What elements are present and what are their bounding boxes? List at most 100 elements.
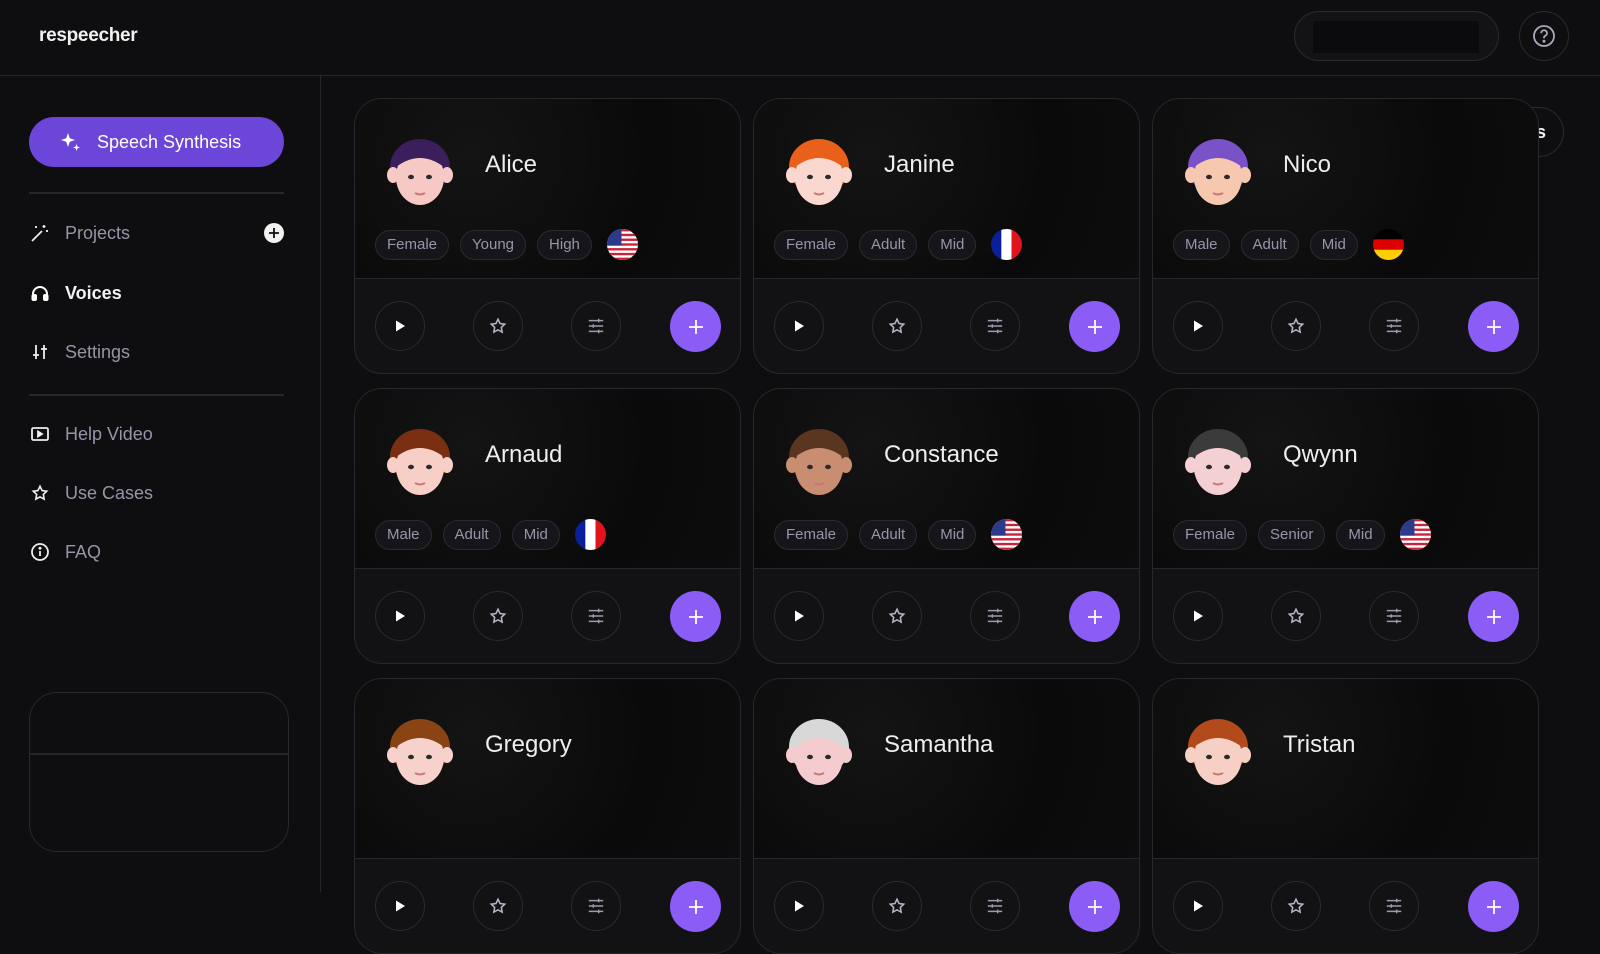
voice-card-samantha[interactable]: Samantha [753,678,1140,954]
voice-card-alice[interactable]: Alice Female Young High [354,98,741,374]
sidebar-item-projects[interactable]: Projects [29,213,284,253]
add-voice-button[interactable] [670,881,721,932]
voice-settings-button[interactable] [970,301,1020,351]
adjust-icon [987,898,1003,914]
add-project-button[interactable] [264,223,284,243]
voice-settings-button[interactable] [571,301,621,351]
sidebar-item-faq[interactable]: FAQ [29,532,284,572]
add-voice-button[interactable] [1468,301,1519,352]
voice-name: Constance [884,441,999,468]
top-bar: respeecher [0,0,1600,76]
play-button[interactable] [774,591,824,641]
voice-card-qwynn[interactable]: Qwynn Female Senior Mid [1152,388,1539,664]
star-icon [29,482,51,504]
voice-avatar [377,417,463,503]
voice-card-nico[interactable]: Nico Male Adult Mid [1152,98,1539,374]
voice-card-constance[interactable]: Constance Female Adult Mid [753,388,1140,664]
headphones-icon [29,282,51,304]
adjust-icon [1386,608,1402,624]
voice-card-header: Arnaud Male Adult Mid [355,389,740,569]
voice-tags: Male Adult Mid [1173,229,1404,260]
add-voice-button[interactable] [1468,591,1519,642]
adjust-icon [987,608,1003,624]
voice-settings-button[interactable] [1369,591,1419,641]
sidebar-item-use-cases[interactable]: Use Cases [29,473,284,513]
voice-settings-button[interactable] [1369,881,1419,931]
flag-us-icon [991,519,1023,550]
voice-name: Tristan [1283,731,1356,758]
play-button[interactable] [774,881,824,931]
voice-settings-button[interactable] [1369,301,1419,351]
sidebar-item-voices[interactable]: Voices [29,273,284,313]
voice-card-actions [355,859,740,953]
voice-card-janine[interactable]: Janine Female Adult Mid [753,98,1140,374]
add-voice-button[interactable] [670,301,721,352]
voice-tag: Mid [928,519,977,550]
voice-avatar [776,127,862,213]
sidebar-item-help-video[interactable]: Help Video [29,414,284,454]
voice-card-actions [355,569,740,663]
voice-tags: Female Senior Mid [1173,519,1431,550]
plus-icon [1087,319,1102,334]
star-icon [888,897,906,914]
play-button[interactable] [375,881,425,931]
favorite-button[interactable] [872,301,922,351]
favorite-button[interactable] [473,881,523,931]
add-voice-button[interactable] [1069,301,1120,352]
favorite-button[interactable] [1271,301,1321,351]
flag-us-icon [606,229,638,260]
voice-avatar [1175,127,1261,213]
favorite-button[interactable] [473,591,523,641]
play-button[interactable] [774,301,824,351]
info-icon [29,541,51,563]
voice-settings-button[interactable] [571,881,621,931]
help-button[interactable] [1519,11,1569,61]
voice-tag: Mid [511,519,560,550]
app-logo[interactable]: respeecher [39,25,138,47]
favorite-button[interactable] [1271,881,1321,931]
voice-settings-button[interactable] [571,591,621,641]
voice-card-tristan[interactable]: Tristan [1152,678,1539,954]
adjust-icon [1386,318,1402,334]
add-voice-button[interactable] [1468,881,1519,932]
favorite-button[interactable] [872,881,922,931]
voice-tag: Male [1173,229,1230,260]
flag-fr-icon [574,519,606,550]
speech-synthesis-button[interactable]: Speech Synthesis [29,117,284,167]
account-pill[interactable] [1294,11,1499,61]
play-button[interactable] [375,301,425,351]
favorite-button[interactable] [872,591,922,641]
play-button[interactable] [1173,301,1223,351]
voice-settings-button[interactable] [970,591,1020,641]
sidebar-item-label: FAQ [65,541,102,562]
voice-avatar [1175,707,1261,793]
favorite-button[interactable] [473,301,523,351]
add-voice-button[interactable] [670,591,721,642]
play-button[interactable] [1173,881,1223,931]
voice-avatar [377,127,463,213]
voice-card-arnaud[interactable]: Arnaud Male Adult Mid [354,388,741,664]
voice-tag: Mid [1309,229,1358,260]
play-button[interactable] [1173,591,1223,641]
favorite-button[interactable] [1271,591,1321,641]
voice-tag: Mid [928,229,977,260]
plus-icon [688,319,703,334]
star-icon [1287,317,1305,334]
sidebar-item-label: Use Cases [65,482,154,503]
voice-card-gregory[interactable]: Gregory [354,678,741,954]
flag-us-icon [1399,519,1431,550]
voice-name: Alice [485,151,538,178]
sidebar-item-settings[interactable]: Settings [29,332,284,372]
voice-card-actions [754,569,1139,663]
plus-icon [1087,899,1102,914]
flag-de-icon [1372,229,1404,260]
plus-icon [688,899,703,914]
play-button[interactable] [375,591,425,641]
sidebar-card-divider [30,753,288,755]
add-voice-button[interactable] [1069,591,1120,642]
voice-settings-button[interactable] [970,881,1020,931]
adjust-icon [588,608,604,624]
voice-tag: Female [375,229,450,260]
add-voice-button[interactable] [1069,881,1120,932]
voice-card-header: Janine Female Adult Mid [754,99,1139,279]
